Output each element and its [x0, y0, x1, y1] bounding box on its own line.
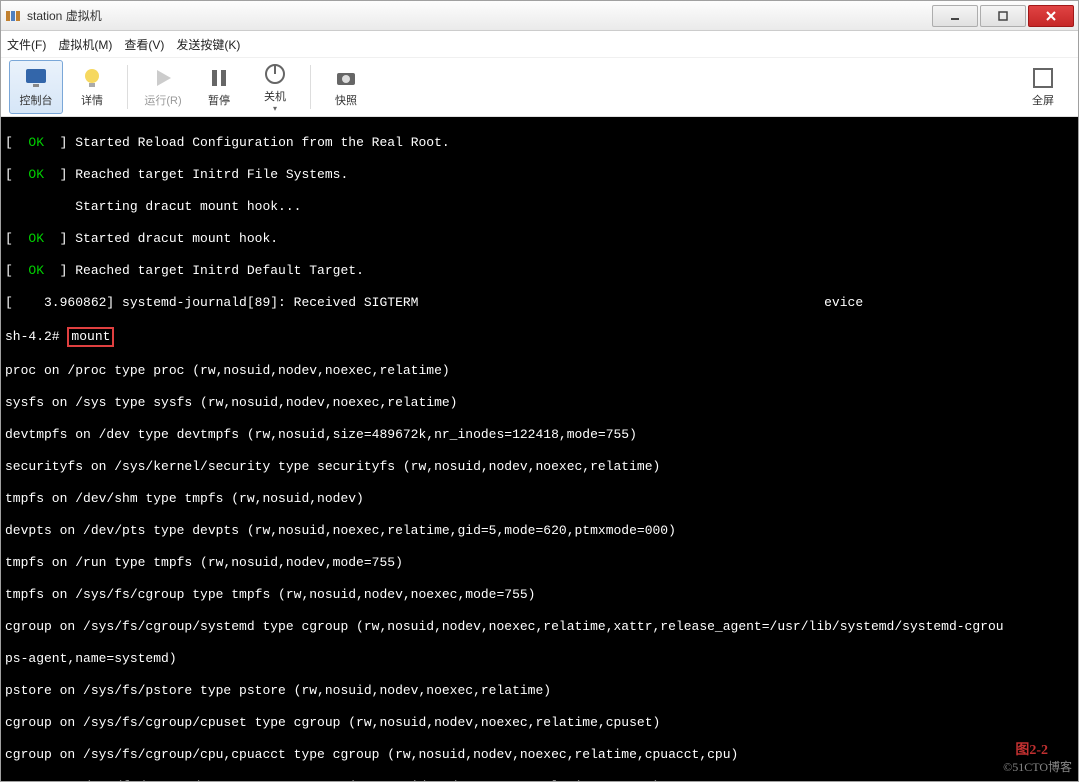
- term-line: devtmpfs on /dev type devtmpfs (rw,nosui…: [5, 427, 1074, 443]
- terminal[interactable]: [ OK ] [ OK ] Started Reload Configurati…: [1, 117, 1078, 781]
- window-title: station 虚拟机: [27, 7, 932, 24]
- window-buttons: [932, 5, 1074, 27]
- term-line: [ OK ] Started dracut mount hook.: [5, 231, 1074, 247]
- menubar: 文件(F) 虚拟机(M) 查看(V) 发送按键(K): [1, 31, 1078, 57]
- toolbar-snapshot-label: 快照: [335, 92, 357, 108]
- power-icon: [263, 62, 287, 86]
- toolbar-fullscreen-label: 全屏: [1032, 92, 1054, 108]
- watermark: ©51CTO博客: [1003, 759, 1072, 775]
- term-line: [ OK ] Reached target Initrd File System…: [5, 167, 1074, 183]
- monitor-icon: [24, 66, 48, 90]
- toolbar-details[interactable]: 详情: [65, 60, 119, 114]
- toolbar: 控制台 详情 运行(R) 暂停 关机 ▾ 快照 全屏: [1, 57, 1078, 117]
- menu-file[interactable]: 文件(F): [7, 36, 46, 53]
- term-line: tmpfs on /sys/fs/cgroup type tmpfs (rw,n…: [5, 587, 1074, 603]
- term-line: [ 3.960862] systemd-journald[89]: Receiv…: [5, 295, 1074, 311]
- fullscreen-icon: [1031, 66, 1055, 90]
- minimize-button[interactable]: [932, 5, 978, 27]
- toolbar-fullscreen[interactable]: 全屏: [1016, 60, 1070, 114]
- term-line: cgroup on /sys/fs/cgroup/memory type cgr…: [5, 779, 1074, 781]
- toolbar-run[interactable]: 运行(R): [136, 60, 190, 114]
- app-icon: [5, 8, 21, 24]
- dropdown-icon: ▾: [273, 104, 277, 113]
- menu-view[interactable]: 查看(V): [124, 36, 164, 53]
- toolbar-separator-2: [310, 65, 311, 109]
- term-line: Starting dracut mount hook...: [5, 199, 1074, 215]
- toolbar-console-label: 控制台: [20, 92, 53, 108]
- toolbar-shutdown-label: 关机: [264, 88, 286, 104]
- term-line: pstore on /sys/fs/pstore type pstore (rw…: [5, 683, 1074, 699]
- cmd-mount-box: mount: [67, 327, 114, 347]
- term-line: proc on /proc type proc (rw,nosuid,nodev…: [5, 363, 1074, 379]
- term-line: tmpfs on /dev/shm type tmpfs (rw,nosuid,…: [5, 491, 1074, 507]
- term-line: ps-agent,name=systemd): [5, 651, 1074, 667]
- menu-vm[interactable]: 虚拟机(M): [58, 36, 112, 53]
- toolbar-separator: [127, 65, 128, 109]
- term-line: cgroup on /sys/fs/cgroup/cpuset type cgr…: [5, 715, 1074, 731]
- term-line: [ OK ] Reached target Initrd Default Tar…: [5, 263, 1074, 279]
- term-line: [ OK ] [ OK ] Started Reload Configurati…: [5, 135, 1074, 151]
- toolbar-console[interactable]: 控制台: [9, 60, 63, 114]
- figure-label: 图2-2: [1015, 743, 1048, 759]
- toolbar-pause-label: 暂停: [208, 92, 230, 108]
- term-line: sysfs on /sys type sysfs (rw,nosuid,node…: [5, 395, 1074, 411]
- toolbar-run-label: 运行(R): [144, 92, 181, 108]
- play-icon: [151, 66, 175, 90]
- toolbar-snapshot[interactable]: 快照: [319, 60, 373, 114]
- lightbulb-icon: [80, 66, 104, 90]
- term-line: devpts on /dev/pts type devpts (rw,nosui…: [5, 523, 1074, 539]
- maximize-button[interactable]: [980, 5, 1026, 27]
- camera-icon: [334, 66, 358, 90]
- term-line: securityfs on /sys/kernel/security type …: [5, 459, 1074, 475]
- toolbar-details-label: 详情: [81, 92, 103, 108]
- term-line: sh-4.2# mount: [5, 327, 1074, 347]
- toolbar-shutdown[interactable]: 关机 ▾: [248, 60, 302, 114]
- close-button[interactable]: [1028, 5, 1074, 27]
- term-line: tmpfs on /run type tmpfs (rw,nosuid,node…: [5, 555, 1074, 571]
- vm-window: station 虚拟机 文件(F) 虚拟机(M) 查看(V) 发送按键(K) 控…: [0, 0, 1079, 782]
- term-line: cgroup on /sys/fs/cgroup/cpu,cpuacct typ…: [5, 747, 1074, 763]
- titlebar: station 虚拟机: [1, 1, 1078, 31]
- term-line: cgroup on /sys/fs/cgroup/systemd type cg…: [5, 619, 1074, 635]
- menu-sendkey[interactable]: 发送按键(K): [176, 36, 240, 53]
- toolbar-pause[interactable]: 暂停: [192, 60, 246, 114]
- pause-icon: [207, 66, 231, 90]
